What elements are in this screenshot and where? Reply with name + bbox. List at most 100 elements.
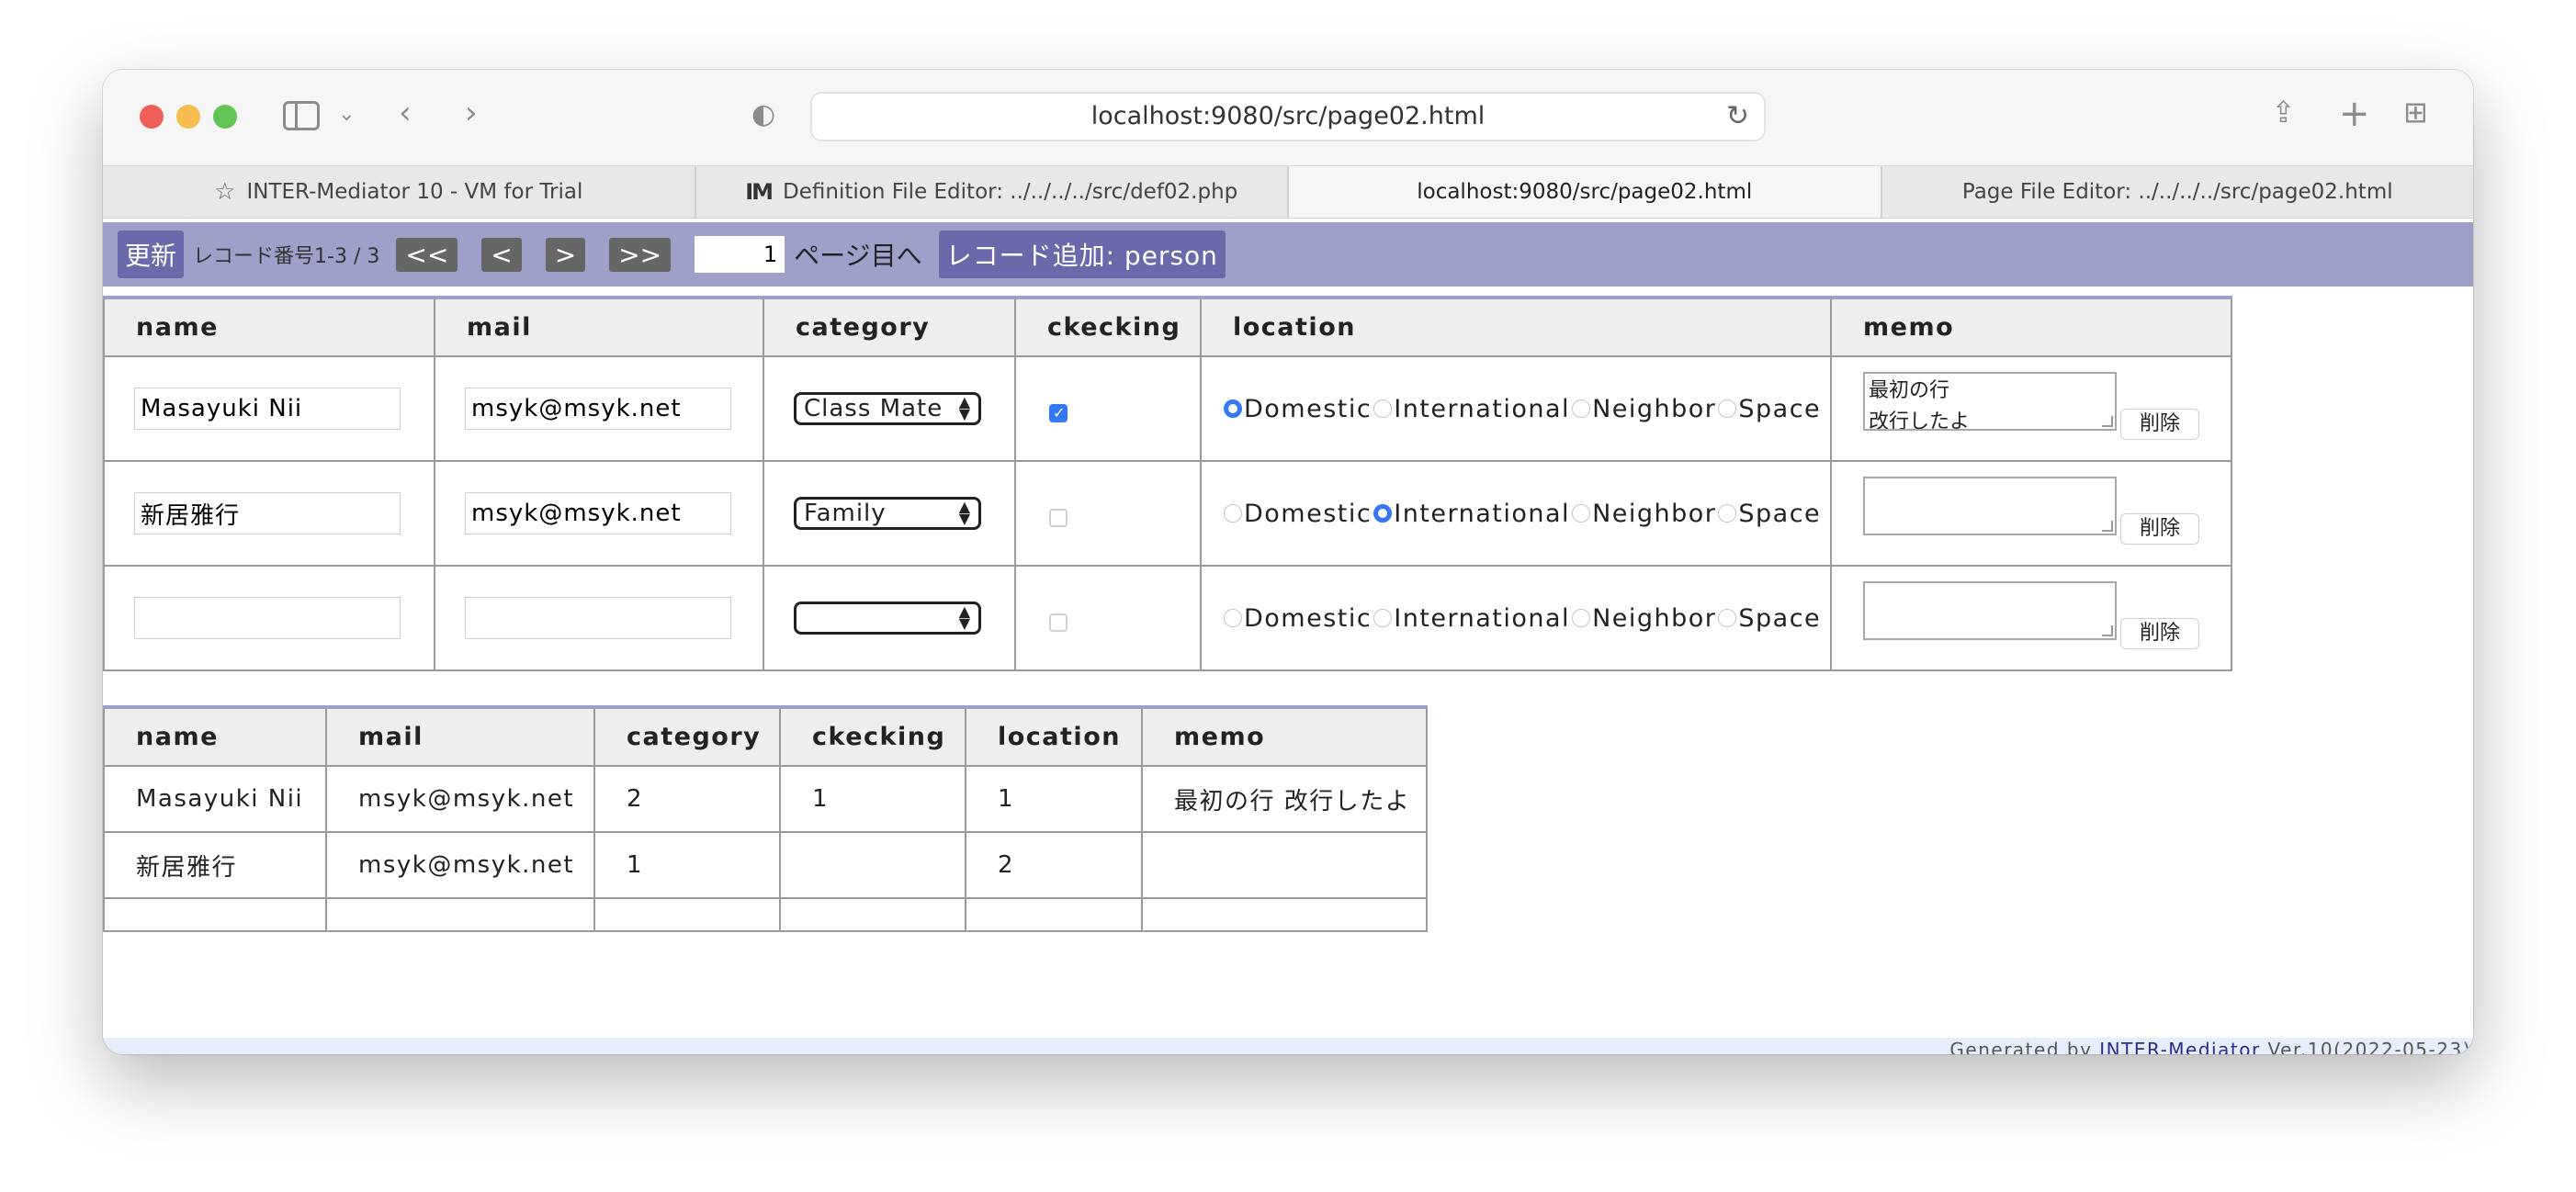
location-label: Space bbox=[1738, 394, 1822, 423]
category-select[interactable]: ▲ ▼ bbox=[794, 602, 981, 635]
location-cell: Domestic International Neighbor Space bbox=[1200, 565, 1832, 671]
location-label: Neighbor bbox=[1592, 499, 1717, 528]
tab-definition-editor[interactable]: IM Definition File Editor: ../../../../s… bbox=[696, 166, 1289, 218]
tab-inter-mediator[interactable]: ☆ INTER-Mediator 10 - VM for Trial bbox=[103, 166, 696, 218]
cell-memo bbox=[1141, 897, 1428, 932]
cell-category: 2 bbox=[593, 765, 781, 833]
cell-ckecking bbox=[779, 897, 966, 932]
page-label: ページ目へ bbox=[794, 241, 922, 271]
zoom-window-button[interactable] bbox=[213, 105, 237, 129]
location-radio-space[interactable] bbox=[1718, 504, 1737, 523]
mail-cell bbox=[434, 355, 764, 462]
location-radio-space[interactable] bbox=[1718, 399, 1737, 418]
memo-textarea[interactable] bbox=[1863, 581, 2117, 640]
browser-window: ⌄ ‹ › ◐ localhost:9080/src/page02.html ↻… bbox=[103, 70, 2473, 1054]
add-record-button[interactable]: レコード追加: person bbox=[938, 231, 1226, 278]
column-header-location: location bbox=[1200, 297, 1832, 357]
location-radio-international[interactable] bbox=[1373, 504, 1393, 523]
location-radio-neighbor[interactable] bbox=[1572, 609, 1591, 627]
location-label: Neighbor bbox=[1592, 394, 1717, 423]
last-page-button[interactable]: >> bbox=[609, 237, 672, 272]
form-row: Family ▲ ▼ Domestic International Neighbor Sp… bbox=[103, 460, 2232, 567]
table-row bbox=[103, 897, 1428, 932]
next-page-button[interactable]: > bbox=[545, 237, 586, 272]
name-input[interactable] bbox=[134, 492, 401, 534]
person-data-table: name mail category ckecking location mem… bbox=[103, 705, 1428, 932]
category-select[interactable]: Class Mate ▲ ▼ bbox=[794, 392, 981, 425]
first-page-button[interactable]: << bbox=[396, 237, 458, 272]
delete-button[interactable]: 削除 bbox=[2120, 618, 2199, 649]
name-cell bbox=[103, 460, 435, 567]
update-button[interactable]: 更新 bbox=[118, 231, 185, 278]
tab-page02[interactable]: localhost:9080/src/page02.html bbox=[1289, 166, 1882, 218]
chevron-down-icon[interactable]: ⌄ bbox=[338, 105, 355, 125]
name-input[interactable] bbox=[134, 388, 401, 430]
address-text: localhost:9080/src/page02.html bbox=[1090, 102, 1486, 130]
cell-mail: msyk@msyk.net bbox=[325, 831, 595, 899]
location-label: Domestic bbox=[1244, 603, 1373, 633]
memo-cell: 削除 bbox=[1830, 565, 2232, 671]
forward-icon[interactable]: › bbox=[465, 97, 478, 129]
shield-icon[interactable]: ◐ bbox=[751, 101, 775, 129]
category-cell: Family ▲ ▼ bbox=[763, 460, 1016, 567]
table-row: Masayuki Nii msyk@msyk.net 2 1 1 最初の行 改行したよ bbox=[103, 765, 1428, 833]
table-header-row: name mail category ckecking location mem… bbox=[103, 706, 1428, 767]
im-logo-icon: IM bbox=[745, 179, 774, 205]
location-radio-international[interactable] bbox=[1373, 609, 1393, 627]
location-radio-domestic[interactable] bbox=[1224, 399, 1242, 418]
memo-textarea[interactable]: 最初の行 改行したよ bbox=[1863, 372, 2117, 431]
name-cell bbox=[103, 355, 435, 462]
location-label: Neighbor bbox=[1592, 603, 1717, 633]
memo-textarea[interactable] bbox=[1863, 477, 2117, 535]
back-icon[interactable]: ‹ bbox=[399, 97, 412, 129]
mail-input[interactable] bbox=[465, 597, 731, 639]
tab-overview-icon[interactable]: ⊞ bbox=[2403, 97, 2428, 127]
close-window-button[interactable] bbox=[140, 105, 164, 129]
mail-input[interactable] bbox=[465, 492, 731, 534]
ckecking-cell bbox=[1014, 565, 1202, 671]
delete-button[interactable]: 削除 bbox=[2120, 409, 2199, 440]
column-header-memo: memo bbox=[1830, 297, 2232, 357]
memo-cell: 削除 bbox=[1830, 460, 2232, 567]
footer-prefix: Generated by bbox=[1949, 1039, 2093, 1054]
reload-icon[interactable]: ↻ bbox=[1726, 94, 1749, 140]
column-header-memo: memo bbox=[1141, 706, 1428, 767]
ckecking-checkbox[interactable] bbox=[1049, 403, 1068, 422]
minimize-window-button[interactable] bbox=[176, 105, 200, 129]
new-tab-icon[interactable]: + bbox=[2339, 96, 2370, 132]
location-radio-international[interactable] bbox=[1373, 399, 1393, 418]
name-cell bbox=[103, 565, 435, 671]
page-number-input[interactable] bbox=[695, 236, 785, 273]
sidebar-icon[interactable] bbox=[283, 101, 320, 130]
address-bar[interactable]: localhost:9080/src/page02.html ↻ bbox=[810, 92, 1766, 141]
location-label: Domestic bbox=[1244, 394, 1373, 423]
record-info: レコード番号1-3 / 3 bbox=[193, 245, 380, 268]
person-form-table: name mail category ckecking location mem… bbox=[103, 296, 2232, 671]
ckecking-cell bbox=[1014, 355, 1202, 462]
tab-page-editor[interactable]: Page File Editor: ../../../../src/page02… bbox=[1882, 166, 2474, 218]
inter-mediator-link[interactable]: INTER-Mediator bbox=[2099, 1039, 2260, 1054]
location-radio-domestic[interactable] bbox=[1224, 504, 1242, 523]
location-cell: Domestic International Neighbor Space bbox=[1200, 355, 1832, 462]
mail-input[interactable] bbox=[465, 388, 731, 430]
delete-button[interactable]: 削除 bbox=[2120, 513, 2199, 545]
location-label: Space bbox=[1738, 603, 1822, 633]
location-radio-neighbor[interactable] bbox=[1572, 399, 1591, 418]
footer: Generated by INTER-Mediator Ver.10(2022-… bbox=[103, 1038, 2473, 1054]
prev-page-button[interactable]: < bbox=[481, 237, 522, 272]
share-icon[interactable]: ⇪ bbox=[2271, 97, 2296, 127]
location-radio-space[interactable] bbox=[1718, 609, 1737, 627]
category-cell: Class Mate ▲ ▼ bbox=[763, 355, 1016, 462]
location-cell: Domestic International Neighbor Space bbox=[1200, 460, 1832, 567]
category-select[interactable]: Family ▲ ▼ bbox=[794, 497, 981, 530]
location-radio-domestic[interactable] bbox=[1224, 609, 1242, 627]
ckecking-checkbox[interactable] bbox=[1049, 508, 1068, 527]
ckecking-checkbox[interactable] bbox=[1049, 613, 1068, 632]
browser-toolbar: ⌄ ‹ › ◐ localhost:9080/src/page02.html ↻… bbox=[103, 70, 2473, 165]
cell-memo bbox=[1141, 831, 1428, 899]
column-header-location: location bbox=[965, 706, 1143, 767]
table-header-row: name mail category ckecking location mem… bbox=[103, 297, 2232, 357]
location-radio-neighbor[interactable] bbox=[1572, 504, 1591, 523]
column-header-name: name bbox=[103, 297, 435, 357]
name-input[interactable] bbox=[134, 597, 401, 639]
